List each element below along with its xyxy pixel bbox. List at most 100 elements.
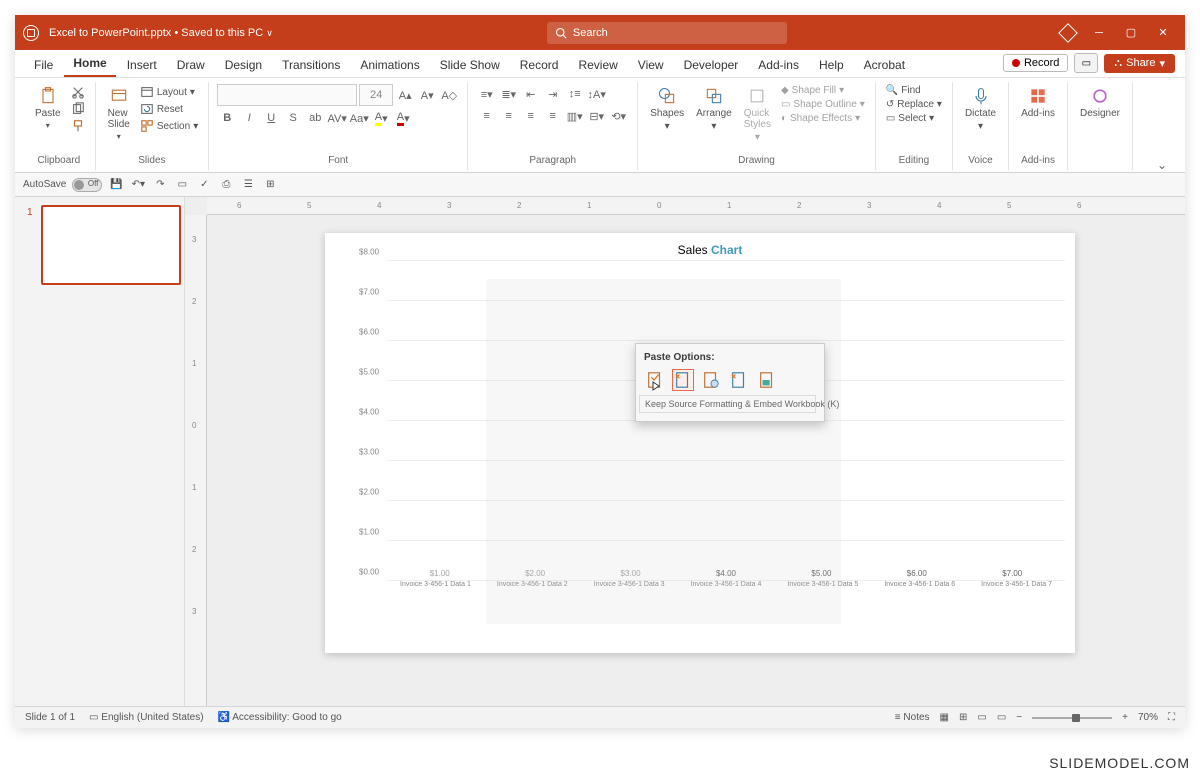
- autosave-toggle[interactable]: Off: [72, 178, 102, 192]
- status-accessibility[interactable]: ♿ Accessibility: Good to go: [218, 712, 342, 723]
- text-direction-button[interactable]: ↕A▾: [587, 84, 607, 104]
- find-button[interactable]: 🔍 Find: [884, 84, 944, 97]
- view-normal-button[interactable]: ▦: [940, 712, 949, 723]
- reset-button[interactable]: Reset: [138, 101, 200, 117]
- designer-button[interactable]: Designer: [1076, 84, 1124, 121]
- line-spacing-button[interactable]: ↕≡: [565, 84, 585, 104]
- paste-opt-keep-source-embed[interactable]: [672, 369, 694, 391]
- highlight-button[interactable]: A▾: [371, 108, 391, 128]
- shape-fill-button[interactable]: ◆ Shape Fill ▾: [779, 84, 867, 97]
- layout-button[interactable]: Layout▾: [138, 84, 200, 100]
- tab-developer[interactable]: Developer: [675, 53, 748, 77]
- font-size-select[interactable]: [359, 84, 393, 106]
- slide-thumbnail-1[interactable]: 1: [41, 205, 181, 285]
- present-button[interactable]: ▭: [1074, 53, 1098, 73]
- slide-panel[interactable]: 1: [15, 197, 185, 706]
- tab-help[interactable]: Help: [810, 53, 853, 77]
- fit-button[interactable]: ⛶: [1168, 712, 1175, 723]
- case-button[interactable]: Aa▾: [349, 108, 369, 128]
- tab-design[interactable]: Design: [216, 53, 271, 77]
- bold-button[interactable]: B: [217, 108, 237, 128]
- view-sorter-button[interactable]: ⊞: [959, 712, 967, 723]
- replace-button[interactable]: ↺ Replace ▾: [884, 98, 944, 111]
- italic-button[interactable]: I: [239, 108, 259, 128]
- tab-acrobat[interactable]: Acrobat: [855, 53, 914, 77]
- numbering-button[interactable]: ≣▾: [499, 84, 519, 104]
- redo-button[interactable]: ↷: [152, 177, 168, 193]
- view-slideshow-button[interactable]: ▭: [997, 712, 1006, 723]
- view-reading-button[interactable]: ▭: [977, 712, 986, 723]
- smartart-button[interactable]: ⟲▾: [609, 106, 629, 126]
- notes-button[interactable]: ≡ Notes: [895, 712, 930, 723]
- font-color-button[interactable]: A▾: [393, 108, 413, 128]
- shape-effects-button[interactable]: ◐ Shape Effects ▾: [779, 112, 867, 125]
- shrink-font-button[interactable]: A▾: [417, 85, 437, 105]
- clear-format-button[interactable]: A◇: [439, 85, 459, 105]
- dictate-button[interactable]: Dictate▾: [961, 84, 1000, 134]
- tab-slideshow[interactable]: Slide Show: [431, 53, 509, 77]
- tab-insert[interactable]: Insert: [118, 53, 166, 77]
- justify-button[interactable]: ≡: [543, 106, 563, 126]
- undo-button[interactable]: ↶▾: [130, 177, 146, 193]
- slide-1[interactable]: Sales Chart $0.00$1.00$2.00$3.00$4.00$5.…: [325, 233, 1075, 653]
- zoom-in-button[interactable]: +: [1122, 712, 1128, 723]
- grow-font-button[interactable]: A▴: [395, 85, 415, 105]
- tab-record[interactable]: Record: [511, 53, 568, 77]
- tab-draw[interactable]: Draw: [168, 53, 214, 77]
- paste-opt-picture[interactable]: [756, 369, 778, 391]
- copy-button[interactable]: [69, 101, 87, 117]
- paste-button[interactable]: Paste▾: [31, 84, 65, 132]
- premium-icon[interactable]: [1058, 23, 1078, 43]
- spacing-button[interactable]: AV▾: [327, 108, 347, 128]
- shadow-button[interactable]: ab: [305, 108, 325, 128]
- align-text-button[interactable]: ⊟▾: [587, 106, 607, 126]
- tab-view[interactable]: View: [629, 53, 673, 77]
- slide-canvas[interactable]: 6543210123456 3210123 Sales Chart $0.00$…: [185, 197, 1185, 706]
- paste-opt-keep-source-link[interactable]: [728, 369, 750, 391]
- format-painter-button[interactable]: [69, 118, 87, 134]
- shapes-button[interactable]: Shapes▾: [646, 84, 688, 134]
- minimize-button[interactable]: ─: [1085, 22, 1113, 44]
- align-center-button[interactable]: ≡: [499, 106, 519, 126]
- columns-button[interactable]: ▥▾: [565, 106, 585, 126]
- align-left-button[interactable]: ≡: [477, 106, 497, 126]
- indent-dec-button[interactable]: ⇤: [521, 84, 541, 104]
- status-lang[interactable]: ▭ English (United States): [89, 712, 204, 723]
- indent-inc-button[interactable]: ⇥: [543, 84, 563, 104]
- select-button[interactable]: ▭ Select ▾: [884, 112, 944, 125]
- share-button[interactable]: ⛬ Share ▾: [1104, 54, 1175, 73]
- bullets-button[interactable]: ≡▾: [477, 84, 497, 104]
- maximize-button[interactable]: ▢: [1117, 22, 1145, 44]
- addins-button[interactable]: Add-ins: [1017, 84, 1059, 121]
- cut-button[interactable]: [69, 84, 87, 100]
- qat-print-button[interactable]: ⎙: [218, 177, 234, 193]
- section-button[interactable]: Section▾: [138, 118, 200, 134]
- tab-file[interactable]: File: [25, 53, 62, 77]
- shape-outline-button[interactable]: ▭ Shape Outline ▾: [779, 98, 867, 111]
- zoom-slider[interactable]: [1032, 717, 1112, 719]
- tab-review[interactable]: Review: [569, 53, 626, 77]
- qat-more-button[interactable]: ⊞: [262, 177, 278, 193]
- close-button[interactable]: ✕: [1149, 22, 1177, 44]
- font-name-select[interactable]: [217, 84, 357, 106]
- underline-button[interactable]: U: [261, 108, 281, 128]
- save-button[interactable]: 💾: [108, 177, 124, 193]
- zoom-out-button[interactable]: −: [1016, 712, 1022, 723]
- search-box[interactable]: Search: [547, 22, 787, 44]
- tab-animations[interactable]: Animations: [351, 53, 428, 77]
- tab-addins[interactable]: Add-ins: [749, 53, 808, 77]
- paste-opt-use-dest-link[interactable]: [700, 369, 722, 391]
- qat-spell-button[interactable]: ✓: [196, 177, 212, 193]
- zoom-level[interactable]: 70%: [1138, 712, 1158, 723]
- qat-touch-button[interactable]: ☰: [240, 177, 256, 193]
- ribbon-collapse-button[interactable]: ⌄: [1147, 158, 1177, 172]
- align-right-button[interactable]: ≡: [521, 106, 541, 126]
- record-button[interactable]: Record: [1003, 54, 1068, 72]
- quick-styles-button[interactable]: Quick Styles▾: [740, 84, 775, 145]
- new-slide-button[interactable]: New Slide▾: [104, 84, 134, 143]
- tab-transitions[interactable]: Transitions: [273, 53, 349, 77]
- arrange-button[interactable]: Arrange▾: [692, 84, 736, 134]
- strike-button[interactable]: S: [283, 108, 303, 128]
- tab-home[interactable]: Home: [64, 51, 115, 77]
- qat-slideshow-button[interactable]: ▭: [174, 177, 190, 193]
